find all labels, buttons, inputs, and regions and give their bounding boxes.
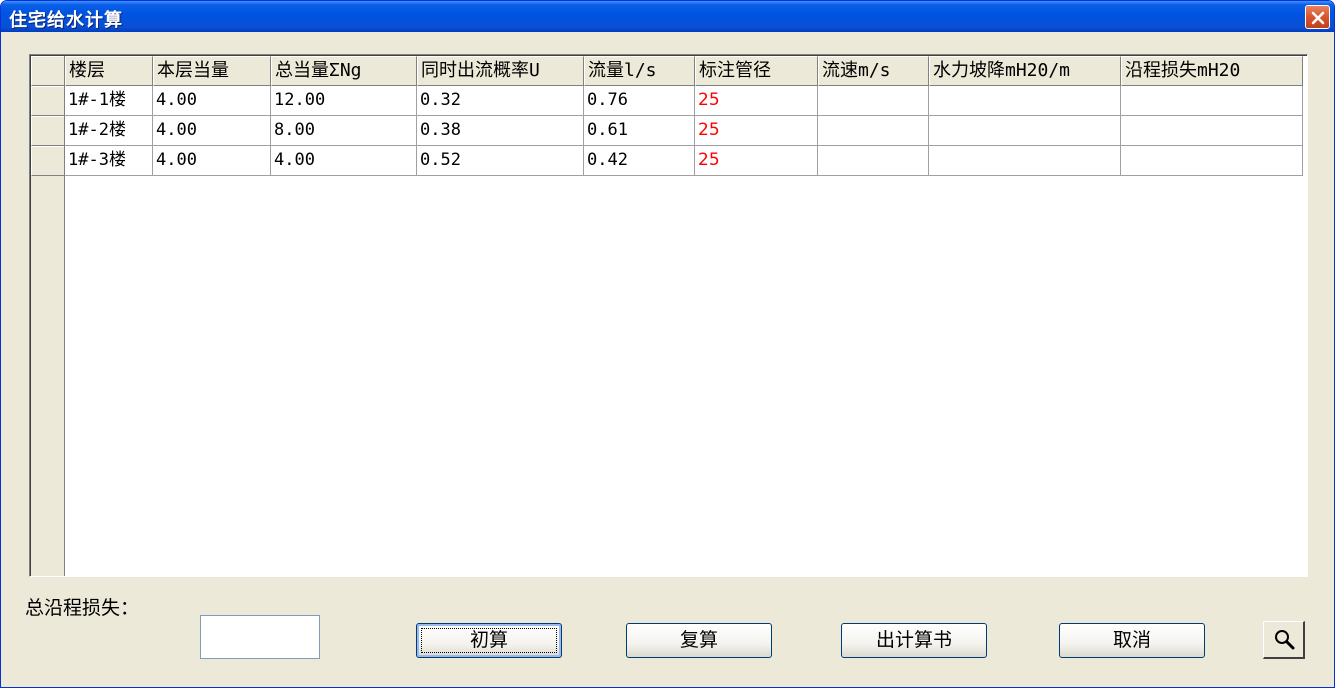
table-cell[interactable]: 1#-2楼 [65, 116, 153, 146]
table-cell[interactable]: 0.32 [417, 86, 584, 116]
dialog-window: 住宅给水计算 楼层 本层当量 总当量ΣNg 同时出流概率U 流量l/s 标注管径… [0, 0, 1335, 688]
cancel-label: 取消 [1112, 629, 1151, 651]
zoom-button[interactable] [1263, 621, 1305, 659]
table-cell[interactable]: 1#-3楼 [65, 146, 153, 176]
magnifier-icon [1275, 630, 1295, 650]
column-header-flow[interactable]: 流量l/s [584, 56, 695, 86]
table-cell[interactable]: 0.42 [584, 146, 695, 176]
table-cell[interactable]: 0.61 [584, 116, 695, 146]
column-header-pipe-size[interactable]: 标注管径 [695, 56, 818, 86]
report-button[interactable]: 出计算书 [841, 623, 987, 658]
row-selector[interactable] [31, 116, 64, 146]
table-cell[interactable]: 25 [695, 146, 818, 176]
table-cell[interactable]: 12.00 [271, 86, 417, 116]
table-cell[interactable] [1121, 116, 1303, 146]
table-cell[interactable]: 4.00 [153, 86, 271, 116]
column-header-friction-loss[interactable]: 沿程损失mH20 [1121, 56, 1303, 86]
column-header-probability[interactable]: 同时出流概率U [417, 56, 584, 86]
recalc-label: 复算 [679, 629, 718, 651]
table-cell[interactable] [818, 146, 929, 176]
table-cell[interactable] [1121, 86, 1303, 116]
header-corner [31, 56, 64, 86]
close-icon [1311, 11, 1325, 25]
row-indicator-column [31, 56, 65, 576]
column-header-floor[interactable]: 楼层 [65, 56, 153, 86]
total-loss-label: 总沿程损失： [25, 597, 140, 619]
table-cell[interactable] [818, 86, 929, 116]
table-cell[interactable]: 8.00 [271, 116, 417, 146]
table-cell[interactable]: 25 [695, 116, 818, 146]
table-cell[interactable]: 0.38 [417, 116, 584, 146]
row-selector[interactable] [31, 86, 64, 116]
close-button[interactable] [1305, 5, 1330, 29]
column-header-total-equivalent[interactable]: 总当量ΣNg [271, 56, 417, 86]
column-header-hydraulic-gradient[interactable]: 水力坡降mH20/m [929, 56, 1121, 86]
column-header-floor-equivalent[interactable]: 本层当量 [153, 56, 271, 86]
table-cell[interactable] [929, 86, 1121, 116]
table-cell[interactable] [818, 116, 929, 146]
report-label: 出计算书 [875, 629, 952, 651]
table-cell[interactable]: 0.76 [584, 86, 695, 116]
calc-table[interactable]: 楼层 本层当量 总当量ΣNg 同时出流概率U 流量l/s 标注管径 流速m/s … [29, 54, 1308, 577]
title-bar[interactable]: 住宅给水计算 [1, 1, 1334, 32]
table-cell[interactable]: 0.52 [417, 146, 584, 176]
focus-rect [421, 628, 557, 653]
cancel-button[interactable]: 取消 [1059, 623, 1205, 658]
table-cell[interactable]: 4.00 [153, 116, 271, 146]
row-selector[interactable] [31, 146, 64, 176]
table-cell[interactable]: 4.00 [271, 146, 417, 176]
total-loss-input[interactable] [200, 615, 320, 659]
table-cell[interactable]: 4.00 [153, 146, 271, 176]
window-title: 住宅给水计算 [9, 10, 123, 31]
initial-calc-button[interactable]: 初算 [416, 623, 562, 658]
table-cell[interactable] [1121, 146, 1303, 176]
table-cell[interactable]: 25 [695, 86, 818, 116]
table-cell[interactable] [929, 116, 1121, 146]
table-cell[interactable]: 1#-1楼 [65, 86, 153, 116]
recalc-button[interactable]: 复算 [626, 623, 772, 658]
table-cell[interactable] [929, 146, 1121, 176]
column-header-velocity[interactable]: 流速m/s [818, 56, 929, 86]
